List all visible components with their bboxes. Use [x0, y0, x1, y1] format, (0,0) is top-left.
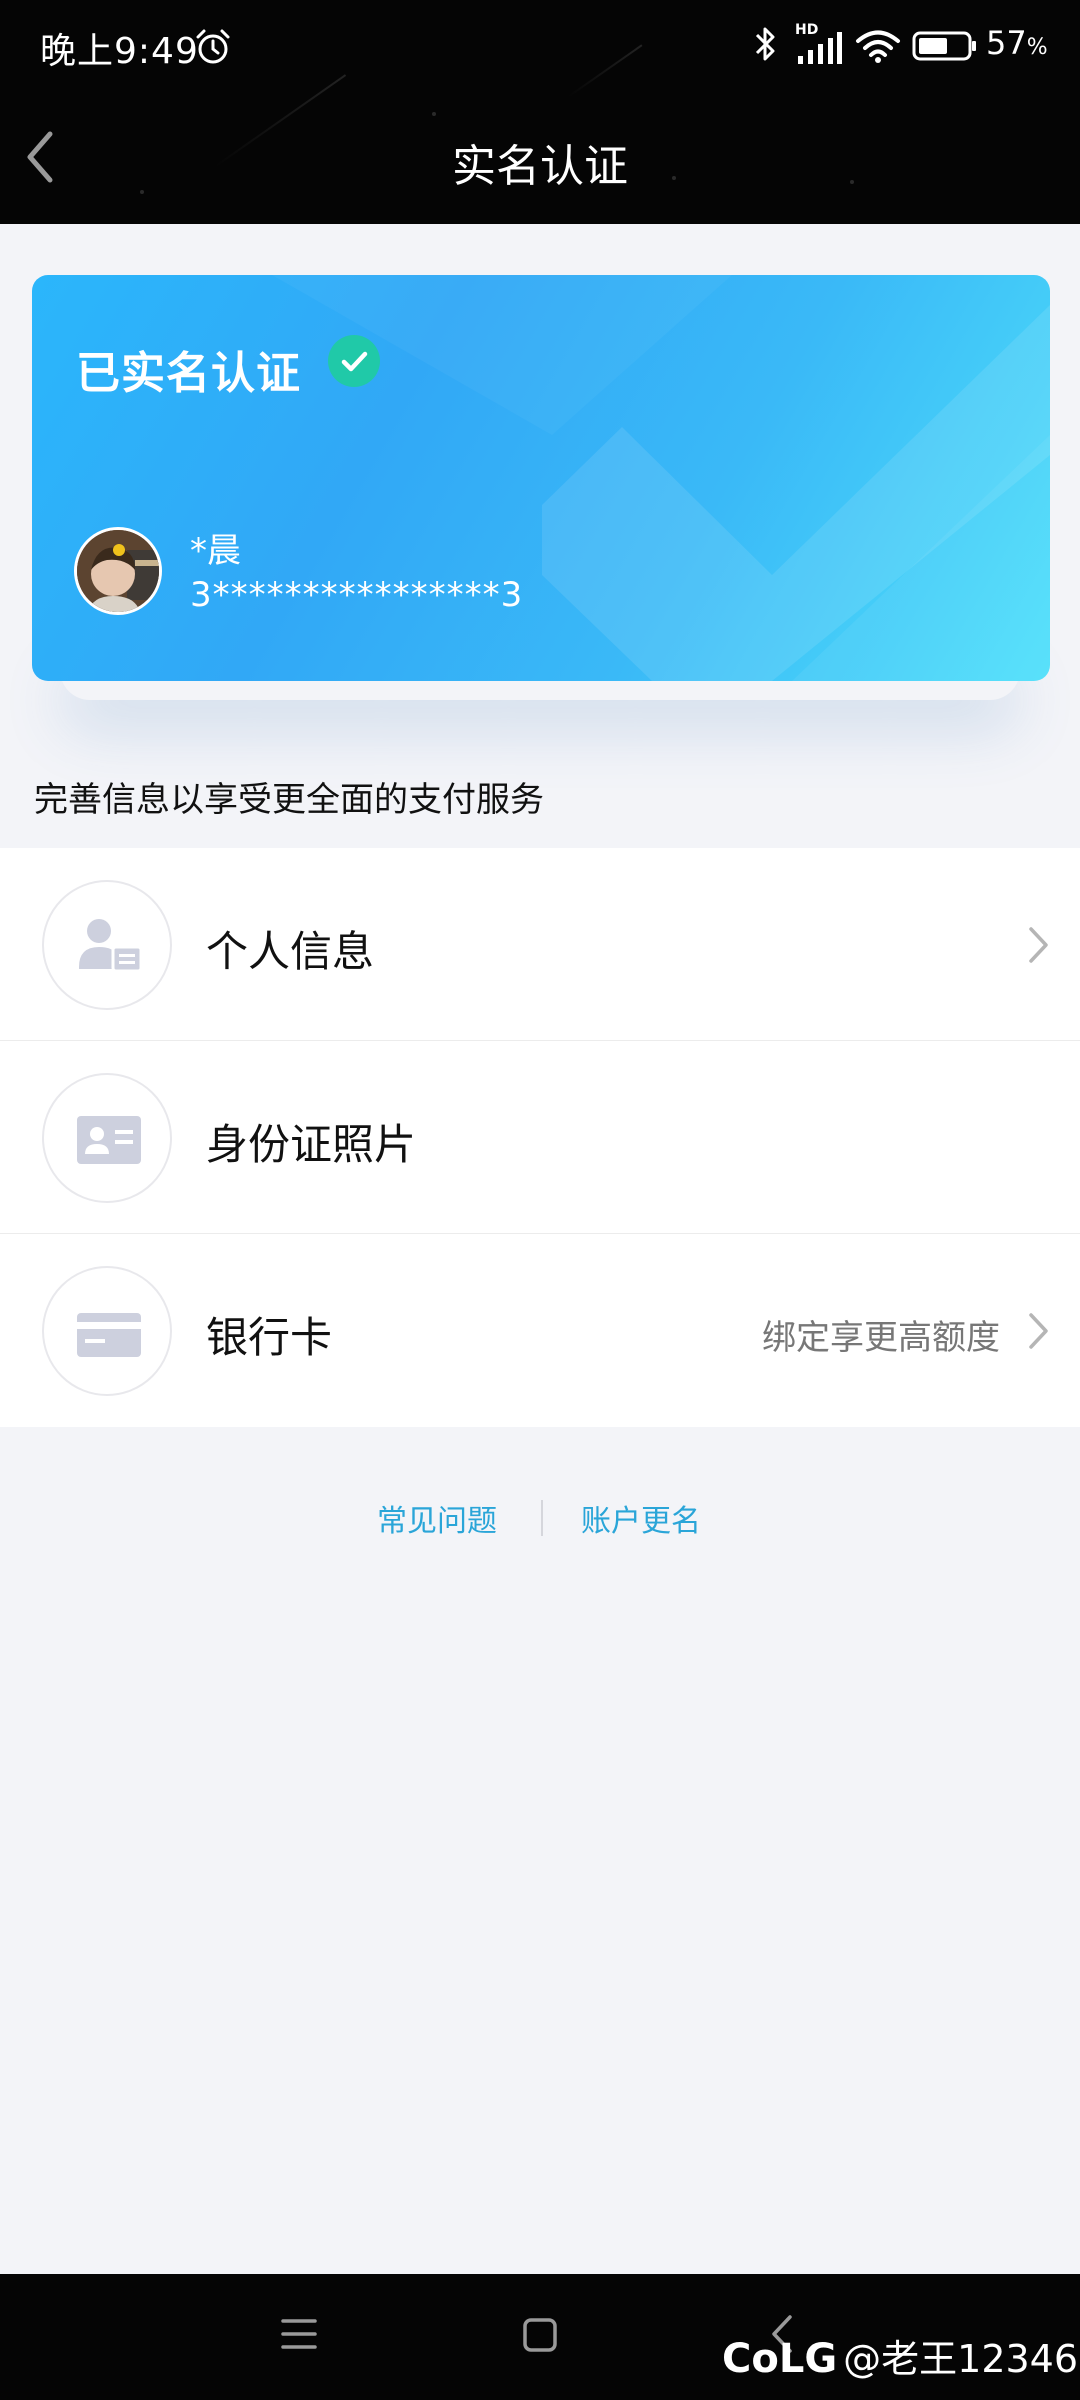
list-item-label: 身份证照片 — [206, 1120, 417, 1169]
user-name: *晨 — [190, 531, 241, 571]
status-time: 晚上9:49 — [40, 31, 199, 72]
page-title: 实名认证 — [452, 141, 628, 192]
footer-links: 常见问题 账户更名 — [0, 1496, 1080, 1546]
bank-card-icon — [42, 1266, 172, 1396]
home-icon[interactable] — [522, 2316, 558, 2354]
bluetooth-icon — [755, 27, 775, 61]
faq-link[interactable]: 常见问题 — [377, 1496, 497, 1540]
avatar — [74, 527, 162, 615]
account-rename-link[interactable]: 账户更名 — [581, 1496, 701, 1540]
chevron-right-icon — [1029, 927, 1048, 963]
link-divider — [541, 1500, 543, 1536]
check-circle-icon — [328, 335, 380, 387]
id-number: 3****************3 — [190, 575, 524, 615]
list-item-label: 银行卡 — [206, 1313, 333, 1362]
verified-status-text: 已实名认证 — [76, 348, 301, 399]
list-item-bank-card[interactable]: 银行卡 绑定享更高额度 — [0, 1234, 1080, 1427]
wifi-icon — [856, 30, 900, 63]
alarm-icon — [196, 29, 230, 64]
chevron-right-icon — [1029, 1313, 1048, 1349]
verified-card: 已实名认证 *晨 3****************3 — [32, 275, 1050, 681]
person-card-icon — [42, 880, 172, 1010]
info-list: 个人信息 身份证照片 银行卡 绑定享更高额度 — [0, 848, 1080, 1427]
battery-icon — [912, 31, 976, 61]
signal-icon — [798, 32, 842, 64]
card-checkmark-decoration — [272, 275, 1050, 681]
menu-icon[interactable] — [280, 2316, 318, 2352]
page-header: 实名认证 — [0, 92, 1080, 224]
hint-text: 完善信息以享受更全面的支付服务 — [34, 780, 544, 820]
bank-card-hint: 绑定享更高额度 — [762, 1318, 1000, 1358]
list-item-label: 个人信息 — [206, 927, 375, 976]
status-bar: 晚上9:49 HD 57% — [0, 0, 1080, 92]
list-item-id-photo[interactable]: 身份证照片 — [0, 1041, 1080, 1234]
top-bar-background: 晚上9:49 HD 57% 实名认证 — [0, 0, 1080, 224]
list-item-personal-info[interactable]: 个人信息 — [0, 848, 1080, 1041]
id-card-icon — [42, 1073, 172, 1203]
watermark: CoLG @老王12346 — [722, 2336, 1079, 2382]
battery-percent: 57% — [986, 24, 1048, 62]
